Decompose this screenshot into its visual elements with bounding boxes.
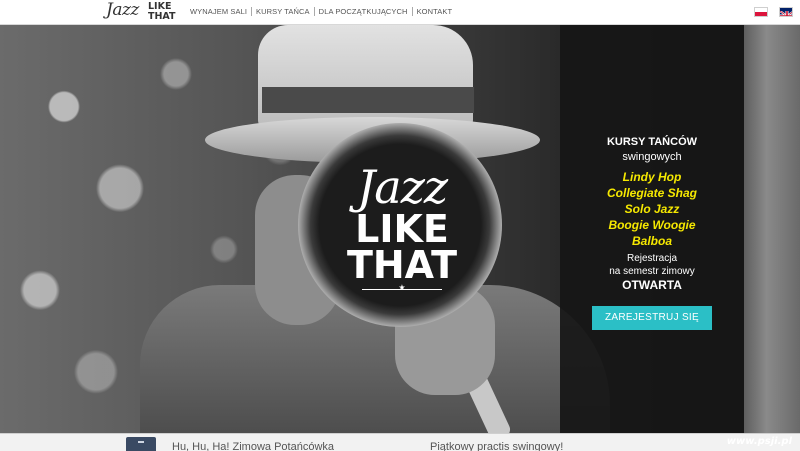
course-item: Boogie Woogie — [608, 218, 696, 232]
logo-that-text: THAT — [148, 11, 176, 22]
promo-title: KURSY TAŃCÓW — [606, 136, 698, 148]
star-icon: ★ — [398, 283, 406, 292]
course-item: Lindy Hop — [622, 170, 682, 184]
nav-separator — [251, 7, 253, 16]
emblem-that-text: THAT — [346, 243, 458, 287]
news-strip: Hu, Hu, Ha! Zimowa Potańcówka Piątkowy p… — [0, 433, 800, 451]
register-button[interactable]: ZAREJESTRUJ SIĘ — [592, 306, 712, 330]
promo-panel: KURSY TAŃCÓW swingowych Lindy Hop Colleg… — [560, 25, 744, 433]
uk-flag-icon[interactable] — [779, 7, 793, 17]
emblem-like-text: LIKE — [355, 207, 449, 251]
watermark: www.psji.pl — [726, 436, 792, 447]
course-list: Lindy Hop Collegiate Shag Solo Jazz Boog… — [560, 169, 744, 249]
logo-jazz-text: Jazz — [106, 0, 139, 20]
nav-item-kursy-tanca[interactable]: KURSY TAŃCA — [256, 7, 310, 16]
site-logo[interactable]: Jazz LIKE THAT — [106, 0, 182, 23]
course-item: Collegiate Shag — [606, 186, 698, 200]
hat-crown-shape — [258, 25, 473, 130]
main-nav: WYNAJEM SALI KURSY TAŃCA DLA POCZĄTKUJĄC… — [190, 7, 452, 16]
hero-emblem: Jazz LIKE THAT ★ — [318, 160, 486, 292]
nav-separator — [313, 7, 315, 16]
registration-status: OTWARTA — [622, 278, 682, 292]
nav-item-dla-poczatkujacych[interactable]: DLA POCZĄTKUJĄCYCH — [319, 7, 408, 16]
course-item: Balboa — [631, 234, 672, 248]
promo-subtitle: swingowych — [622, 151, 682, 163]
news-thumbnail-icon[interactable] — [126, 437, 156, 451]
nav-separator — [411, 7, 413, 16]
poland-flag-icon[interactable] — [754, 7, 768, 17]
top-navbar: Jazz LIKE THAT WYNAJEM SALI KURSY TAŃCA … — [0, 0, 800, 25]
registration-label: Rejestracja — [626, 253, 678, 264]
nav-item-wynajem-sali[interactable]: WYNAJEM SALI — [190, 7, 247, 16]
emblem-divider: ★ — [362, 284, 442, 292]
hero-photo-edge — [744, 25, 800, 433]
registration-semester: na semestr zimowy — [609, 266, 695, 277]
nav-item-kontakt[interactable]: KONTAKT — [417, 7, 453, 16]
hat-band-shape — [262, 87, 474, 113]
emblem-jazz-text: Jazz — [356, 160, 448, 214]
course-item: Solo Jazz — [624, 202, 680, 216]
